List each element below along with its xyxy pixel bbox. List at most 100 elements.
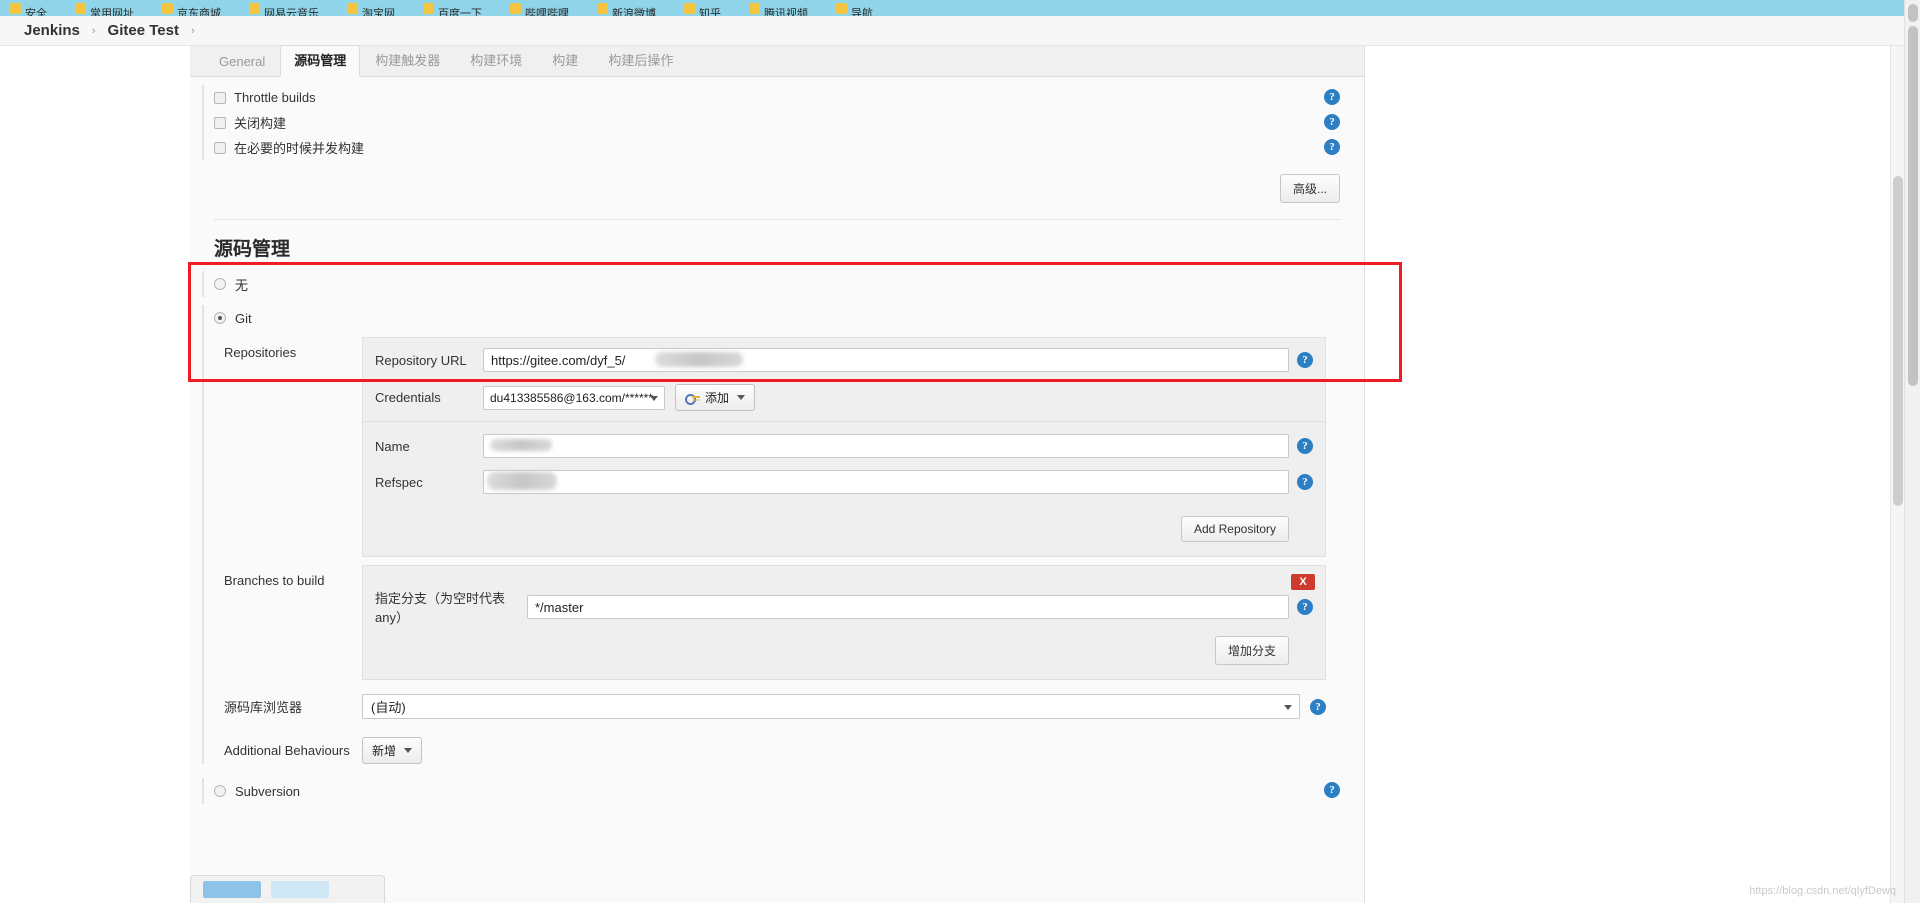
indent-rail bbox=[202, 305, 204, 331]
browser-scrollbar-track[interactable] bbox=[1904, 0, 1920, 903]
bookmark-folder-icon bbox=[249, 2, 260, 14]
bookmark-item[interactable]: 哔哩哔哩 bbox=[510, 0, 569, 16]
scm-option-none[interactable]: 无 bbox=[190, 271, 1364, 297]
tab-post-build-actions[interactable]: 构建后操作 bbox=[593, 45, 688, 76]
repository-url-row: Repository URL ? bbox=[375, 348, 1313, 372]
repositories-box: Repository URL ? Credentials du413385586… bbox=[362, 337, 1326, 422]
indent-rail bbox=[202, 778, 204, 804]
bookmark-label: 腾讯视频 bbox=[764, 8, 808, 16]
scm-subversion-label: Subversion bbox=[235, 783, 301, 799]
breadcrumb-jenkins[interactable]: Jenkins bbox=[24, 22, 80, 39]
bookmark-item[interactable]: 网易云音乐 bbox=[249, 0, 319, 16]
bookmark-folder-icon bbox=[162, 2, 173, 14]
indent-rail bbox=[202, 271, 204, 297]
throttle-builds-checkbox[interactable] bbox=[214, 91, 226, 104]
branches-row: Branches to build X 指定分支（为空时代表any） ? 增加分… bbox=[214, 565, 1364, 680]
help-icon[interactable]: ? bbox=[1324, 139, 1340, 155]
credentials-select[interactable]: du413385586@163.com/****** bbox=[483, 385, 665, 410]
indent-rail bbox=[202, 135, 204, 160]
tab-build[interactable]: 构建 bbox=[537, 45, 593, 76]
repositories-row: Repositories Repository URL ? Credential… bbox=[214, 337, 1364, 422]
apply-button[interactable] bbox=[271, 881, 329, 898]
tab-build-environment[interactable]: 构建环境 bbox=[455, 45, 537, 76]
help-icon[interactable]: ? bbox=[1297, 474, 1313, 490]
add-credentials-button[interactable]: 添加 bbox=[675, 384, 756, 411]
help-icon[interactable]: ? bbox=[1297, 352, 1313, 368]
help-icon[interactable]: ? bbox=[1324, 782, 1340, 798]
tab-source-code-management[interactable]: 源码管理 bbox=[280, 45, 361, 77]
add-behaviour-button[interactable]: 新增 bbox=[362, 737, 423, 764]
bookmark-folder-icon bbox=[597, 2, 608, 14]
redacted-url-overlay bbox=[655, 352, 743, 367]
save-button[interactable] bbox=[203, 881, 261, 898]
repository-refspec-input[interactable] bbox=[483, 470, 1289, 494]
name-row: Name ? bbox=[375, 434, 1313, 458]
bookmark-label: 导航 bbox=[851, 8, 873, 16]
option-concurrent-build[interactable]: 在必要的时候并发构建 ? bbox=[190, 135, 1364, 160]
redacted-refspec-overlay bbox=[487, 472, 557, 490]
additional-behaviours-label: Additional Behaviours bbox=[224, 743, 350, 758]
bookmark-label: 安全 bbox=[25, 8, 47, 16]
browser-scrollbar-up-thumb[interactable] bbox=[1908, 4, 1918, 22]
bookmark-item[interactable]: 常用网址 bbox=[75, 0, 134, 16]
add-repository-button[interactable]: Add Repository bbox=[1180, 516, 1289, 542]
tab-general[interactable]: General bbox=[204, 49, 280, 76]
help-icon[interactable]: ? bbox=[1310, 698, 1326, 715]
credentials-row: Credentials du413385586@163.com/****** 添… bbox=[375, 384, 1313, 411]
bookmark-item[interactable]: 京东商城 bbox=[162, 0, 221, 16]
bookmark-folder-icon bbox=[75, 2, 86, 14]
scm-none-label: 无 bbox=[235, 277, 249, 293]
save-apply-bar bbox=[190, 875, 385, 903]
scm-none-radio[interactable] bbox=[214, 278, 226, 290]
repository-browser-select[interactable]: (自动) bbox=[362, 694, 1300, 719]
credentials-selected-value: du413385586@163.com/****** bbox=[490, 390, 653, 405]
bookmark-item[interactable]: 淘宝网 bbox=[347, 0, 395, 16]
add-branch-row: 增加分支 bbox=[375, 636, 1313, 665]
branch-specifier-input[interactable] bbox=[527, 595, 1289, 619]
option-throttle-builds[interactable]: Throttle builds ? bbox=[190, 85, 1364, 110]
advanced-button[interactable]: 高级... bbox=[1279, 174, 1340, 203]
branch-specifier-row: 指定分支（为空时代表any） ? bbox=[375, 588, 1313, 626]
bookmark-item[interactable]: 知乎 bbox=[684, 0, 721, 16]
add-repository-row: Add Repository bbox=[375, 516, 1313, 542]
add-behaviour-label: 新增 bbox=[372, 744, 397, 758]
scm-section-header: 源码管理 bbox=[214, 219, 1340, 261]
repository-url-input[interactable] bbox=[483, 348, 1289, 372]
repository-advanced-box: Name ? Refspec ? Add Repository bbox=[362, 422, 1326, 557]
bookmark-item[interactable]: 安全 bbox=[10, 0, 47, 16]
browser-scrollbar-thumb[interactable] bbox=[1908, 26, 1918, 386]
help-icon[interactable]: ? bbox=[1324, 114, 1340, 130]
disable-build-checkbox[interactable] bbox=[214, 116, 226, 129]
option-disable-build[interactable]: 关闭构建 ? bbox=[190, 110, 1364, 135]
help-icon[interactable]: ? bbox=[1324, 89, 1340, 105]
scm-git-radio[interactable] bbox=[214, 312, 226, 324]
repository-browser-label: 源码库浏览器 bbox=[224, 700, 303, 715]
chevron-down-icon bbox=[737, 395, 746, 400]
help-icon[interactable]: ? bbox=[1297, 438, 1313, 454]
repository-url-label: Repository URL bbox=[375, 352, 467, 368]
page-scrollbar-track[interactable] bbox=[1890, 46, 1904, 903]
tab-build-triggers[interactable]: 构建触发器 bbox=[360, 45, 455, 76]
page-scrollbar-thumb[interactable] bbox=[1893, 176, 1903, 506]
chevron-down-icon bbox=[650, 395, 658, 401]
bookmark-item[interactable]: 百度一下 bbox=[423, 0, 482, 16]
add-credentials-label: 添加 bbox=[705, 391, 730, 405]
bookmark-label: 新浪微博 bbox=[612, 8, 656, 16]
bookmark-item[interactable]: 腾讯视频 bbox=[749, 0, 808, 16]
breadcrumb-project[interactable]: Gitee Test bbox=[108, 22, 179, 39]
page-title: 源码管理 bbox=[214, 239, 291, 260]
bookmark-folder-icon bbox=[510, 2, 521, 14]
concurrent-build-checkbox[interactable] bbox=[214, 141, 226, 154]
scm-subversion-radio[interactable] bbox=[214, 785, 226, 797]
bookmark-item[interactable]: 导航 bbox=[836, 0, 873, 16]
watermark-text: https://blog.csdn.net/qlyfDewq bbox=[1749, 885, 1896, 897]
scm-option-subversion[interactable]: Subversion ? bbox=[190, 778, 1364, 804]
help-icon[interactable]: ? bbox=[1297, 599, 1313, 615]
bookmark-label: 知乎 bbox=[699, 8, 721, 16]
add-branch-button[interactable]: 增加分支 bbox=[1214, 636, 1289, 665]
throttle-builds-label: Throttle builds bbox=[234, 90, 316, 105]
scm-option-git[interactable]: Git bbox=[190, 305, 1364, 331]
repository-name-input[interactable] bbox=[483, 434, 1289, 458]
bookmark-item[interactable]: 新浪微博 bbox=[597, 0, 656, 16]
key-icon bbox=[685, 393, 700, 405]
